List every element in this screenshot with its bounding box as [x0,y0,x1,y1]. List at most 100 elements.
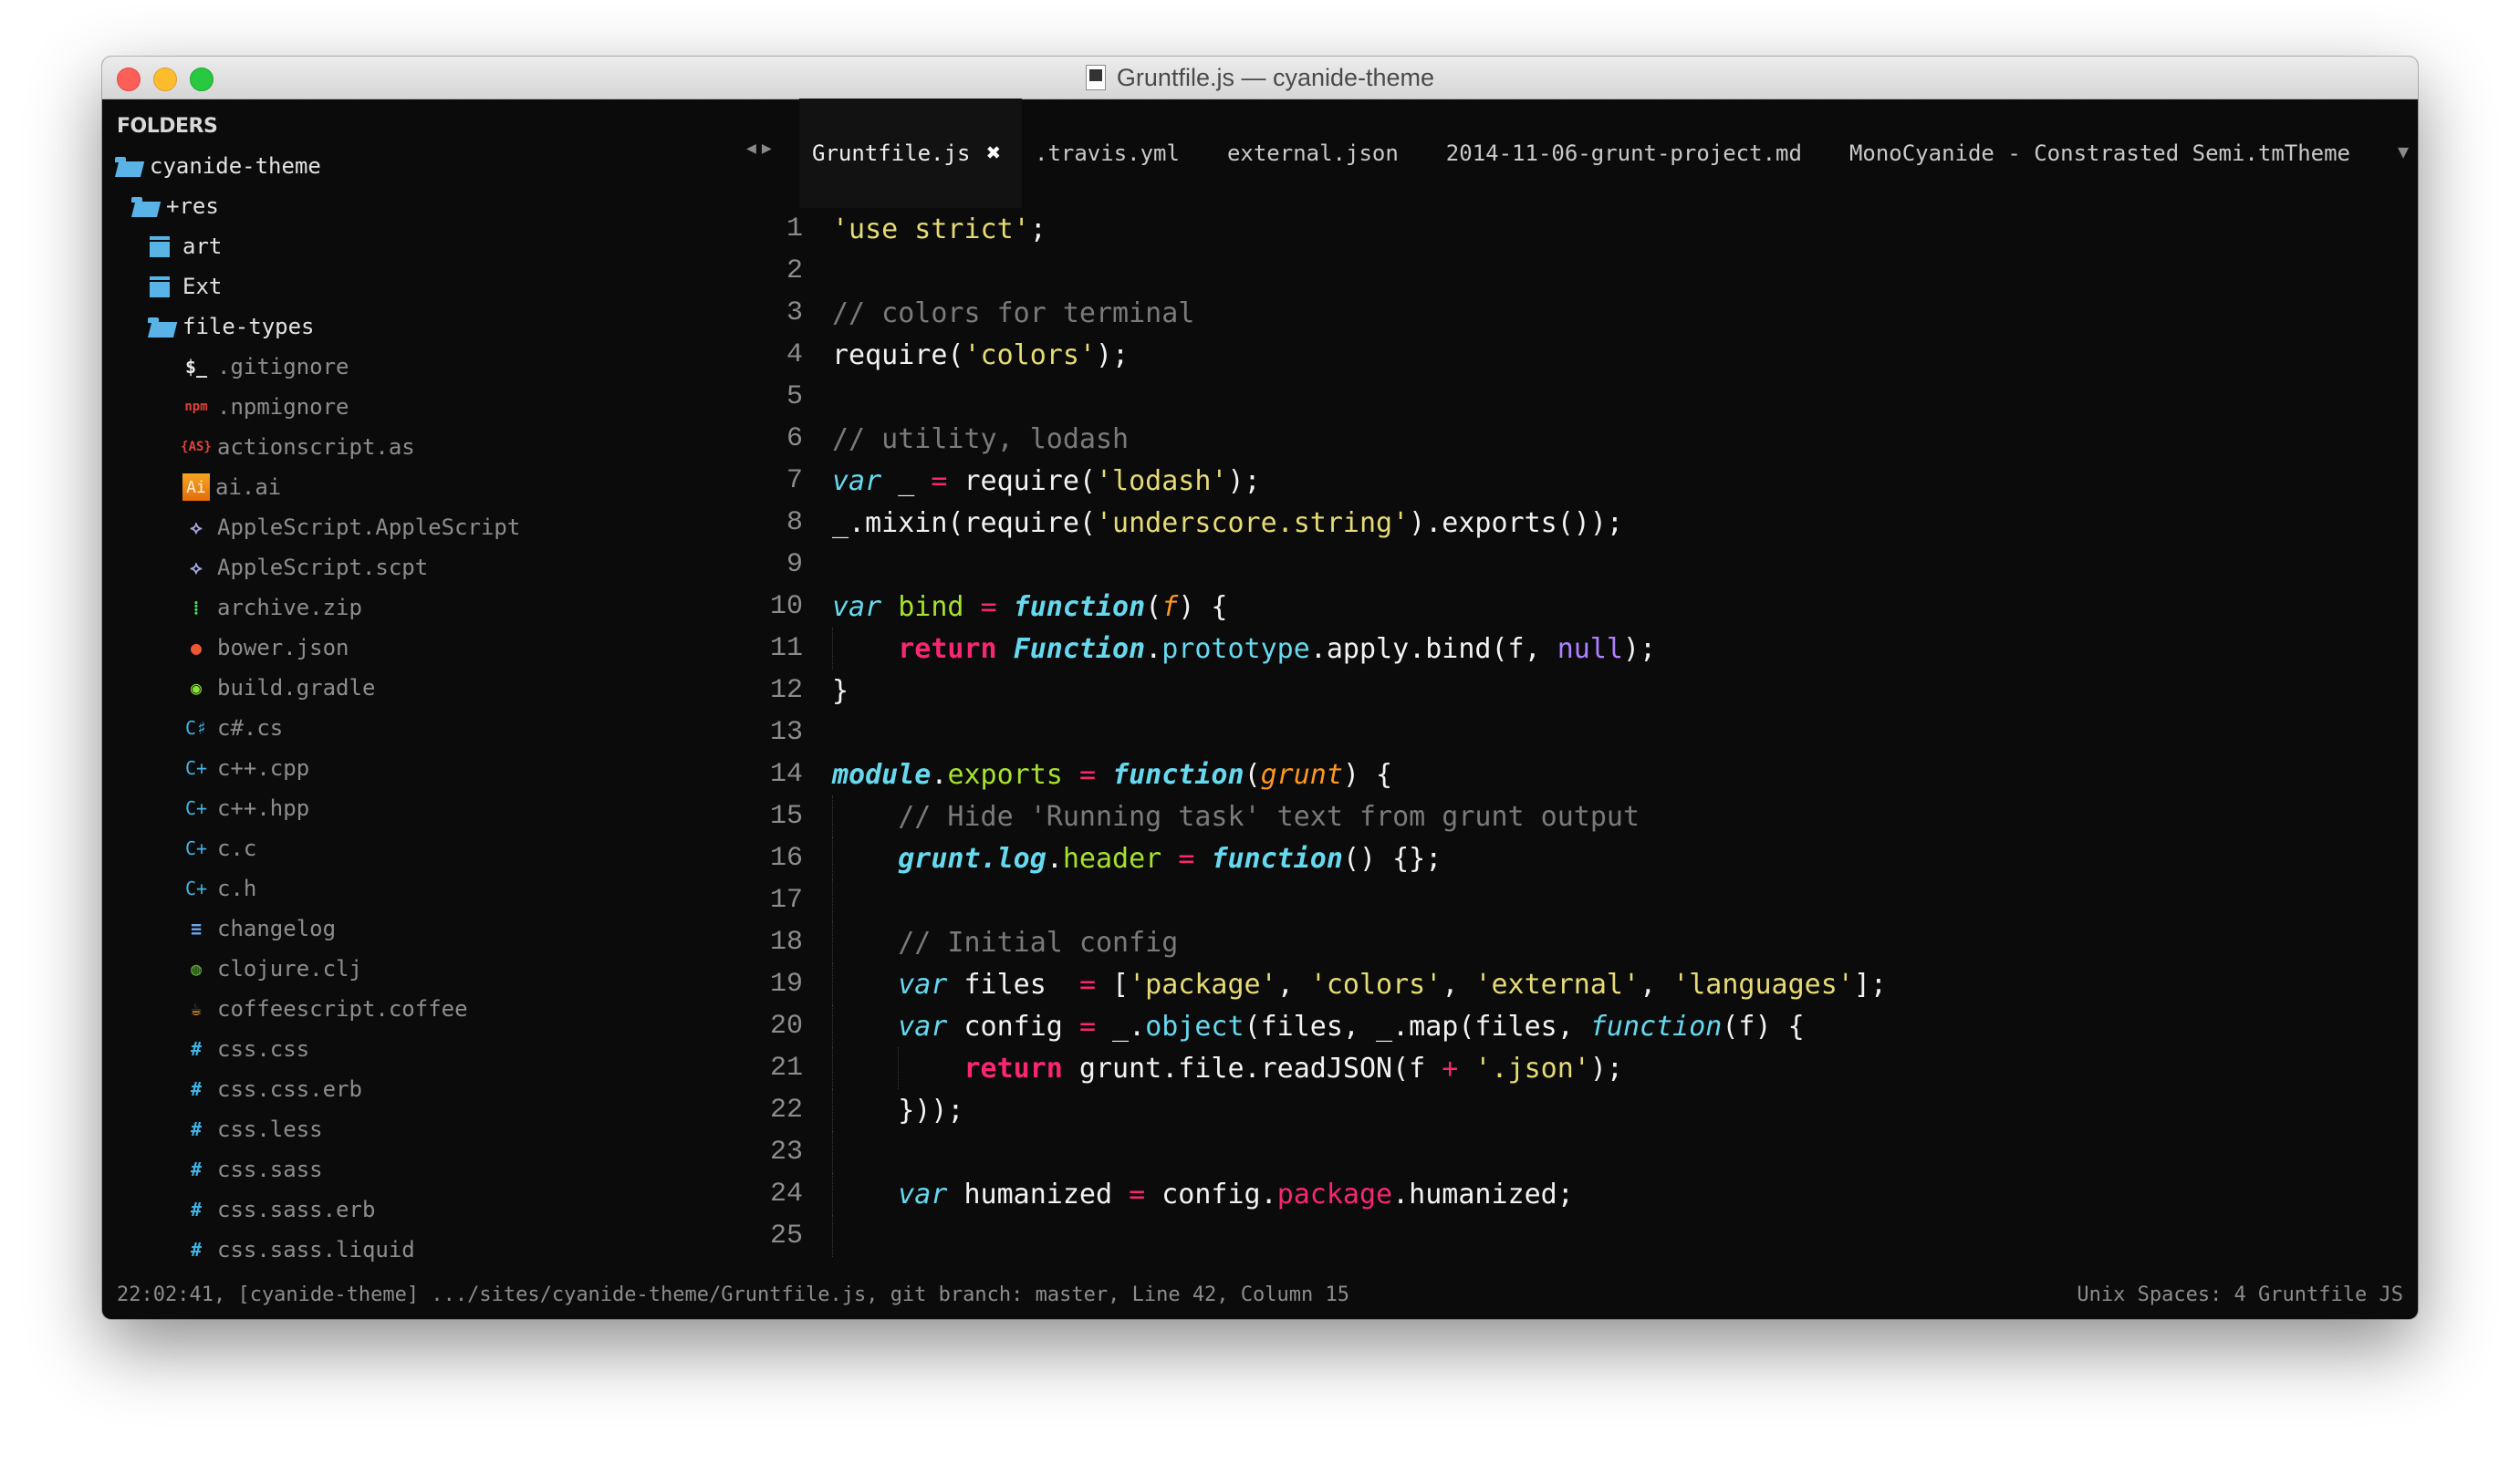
code-token: ; [1029,213,1047,245]
file-item[interactable]: ≡ changelog [102,909,704,949]
code-token: grunt [1260,758,1343,791]
code-line[interactable]: 19 var files = ['package', 'colors', 'ex… [704,963,2418,1005]
folder-item[interactable]: file-types [102,307,704,347]
line-number: 13 [769,717,803,748]
code-line[interactable]: 12} [704,670,2418,712]
folder-item[interactable]: cyanide-theme [102,146,704,186]
code-line[interactable]: 23 [704,1131,2418,1173]
file-tree: cyanide-theme +res art Ext file-types $_ .giti… [102,146,704,1270]
line-number: 17 [769,885,803,916]
code-line[interactable]: 6 // utility, lodash [704,418,2418,460]
code-text: })); [819,1095,963,1127]
code-line[interactable]: 7 var _ = require('lodash'); [704,460,2418,502]
file-item[interactable]: Ai ai.ai [102,467,704,507]
file-item[interactable]: {AS} actionscript.as [102,427,704,467]
code-line[interactable]: 1 'use strict'; [704,208,2418,250]
code-line[interactable]: 18 // Initial config [704,921,2418,963]
code-line[interactable]: 17 [704,879,2418,921]
tree-item-label: c++.cpp [217,755,310,781]
tab-external-json[interactable]: external.json [1214,99,1411,208]
code-token: require( [947,464,1096,497]
file-item[interactable]: ◉ build.gradle [102,668,704,708]
code-line[interactable]: 13 [704,712,2418,753]
code-text: // utility, lodash [819,423,1129,455]
code-line[interactable]: 24 var humanized = config.package.humani… [704,1173,2418,1215]
code-token: [ [1096,968,1130,1001]
code-line[interactable]: 20 var config = _.object(files, _.map(fi… [704,1005,2418,1047]
file-item[interactable]: # css.css [102,1029,704,1069]
file-item[interactable]: # css.less [102,1109,704,1149]
file-item[interactable]: C+ c++.hpp [102,788,704,828]
line-number: 14 [769,759,803,790]
code-line[interactable]: 11 return Function.prototype.apply.bind(… [704,628,2418,670]
code-token: function [1211,842,1343,875]
file-item[interactable]: C+ c.h [102,868,704,909]
code-token: require( [832,338,964,371]
code-line[interactable]: 15 // Hide 'Running task' text from grun… [704,795,2418,837]
code-line[interactable]: 8 _.mixin(require('underscore.string').ex… [704,502,2418,544]
code-line[interactable]: 4 require('colors'); [704,334,2418,376]
gradle-icon: ◉ [190,677,203,699]
tree-item-label: ai.ai [215,474,282,500]
code-line[interactable]: 25 [704,1215,2418,1257]
file-item[interactable]: # css.sass.erb [102,1190,704,1230]
file-item[interactable]: # css.sass [102,1149,704,1190]
code-line[interactable]: 9 [704,544,2418,586]
code-token: '.json' [1474,1052,1590,1085]
indent-guide [832,1215,833,1257]
folder-item[interactable]: art [102,226,704,266]
folder-closed-icon [146,233,177,260]
c-icon: C+ [184,878,208,899]
line-number: 6 [786,423,803,454]
code-line[interactable]: 10 var bind = function(f) { [704,586,2418,628]
file-item[interactable]: ● bower.json [102,628,704,668]
file-item[interactable]: ⟡ AppleScript.scpt [102,547,704,587]
code-line[interactable]: 3 // colors for terminal [704,292,2418,334]
code-editor[interactable]: 1'use strict'; 2 3// colors for terminal 4 r… [704,208,2418,1270]
tab-prev-icon[interactable]: ◀ [746,139,762,158]
file-item[interactable]: ⟡ AppleScript.AppleScript [102,507,704,547]
file-item[interactable]: # css.css.erb [102,1069,704,1109]
status-right[interactable]: Unix Spaces: 4 Gruntfile JS [2077,1283,2403,1306]
tree-item-label: css.sass.erb [217,1197,376,1222]
status-bar: 22:02:41, [cyanide-theme] .../sites/cyan… [102,1270,2418,1319]
file-item[interactable]: npm .npmignore [102,387,704,427]
code-line[interactable]: 21 return grunt.file.readJSON(f + '.json… [704,1047,2418,1089]
tree-item-label: archive.zip [217,595,362,620]
code-line[interactable]: 5 [704,376,2418,418]
file-item[interactable]: ⁞ archive.zip [102,587,704,628]
code-line[interactable]: 16 grunt.log.header = function() {}; [704,837,2418,879]
code-token: humanized [947,1178,1130,1210]
folder-open-icon [130,192,161,220]
tab-close-icon[interactable]: ✖ [986,140,1001,167]
code-line[interactable]: 2 [704,250,2418,292]
tab-travis-yml[interactable]: .travis.yml [1022,99,1192,208]
folder-item[interactable]: Ext [102,266,704,307]
code-token: config. [1145,1178,1277,1210]
code-line[interactable]: 22 })); [704,1089,2418,1131]
tab-gruntfile-js[interactable]: Gruntfile.js ✖ [799,99,1022,208]
tab-2014-11-06-grunt-project-md[interactable]: 2014-11-06-grunt-project.md [1433,99,1815,208]
file-item[interactable]: C+ c++.cpp [102,748,704,788]
tab-label: .travis.yml [1035,140,1180,166]
file-item[interactable]: C♯ c#.cs [102,708,704,748]
tab-nav-arrows[interactable]: ◀▶ [746,139,777,158]
code-token: ) { [1178,590,1228,623]
file-item[interactable]: ☕ coffeescript.coffee [102,989,704,1029]
code-token: , [1276,968,1310,1001]
tab-monocyanide-constrasted-semi-tmtheme[interactable]: MonoCyanide - Constrasted Semi.tmTheme [1837,99,2363,208]
code-token: 'colors' [963,338,1097,371]
file-item[interactable]: C+ c.c [102,828,704,868]
css-hash-icon: # [190,1199,203,1221]
file-item[interactable]: ◍ clojure.clj [102,949,704,989]
folder-item[interactable]: +res [102,186,704,226]
file-item[interactable]: # css.sass.liquid [102,1230,704,1270]
tab-next-icon[interactable]: ▶ [762,139,777,158]
code-line[interactable]: 14 module.exports = function(grunt) { [704,753,2418,795]
file-item[interactable]: $_ .gitignore [102,347,704,387]
line-number: 4 [786,339,803,370]
tab-list-dropdown-icon[interactable]: ▼ [2398,140,2409,162]
indent-guide [832,795,833,837]
code-token: (files, _.map(files, [1244,1010,1590,1043]
